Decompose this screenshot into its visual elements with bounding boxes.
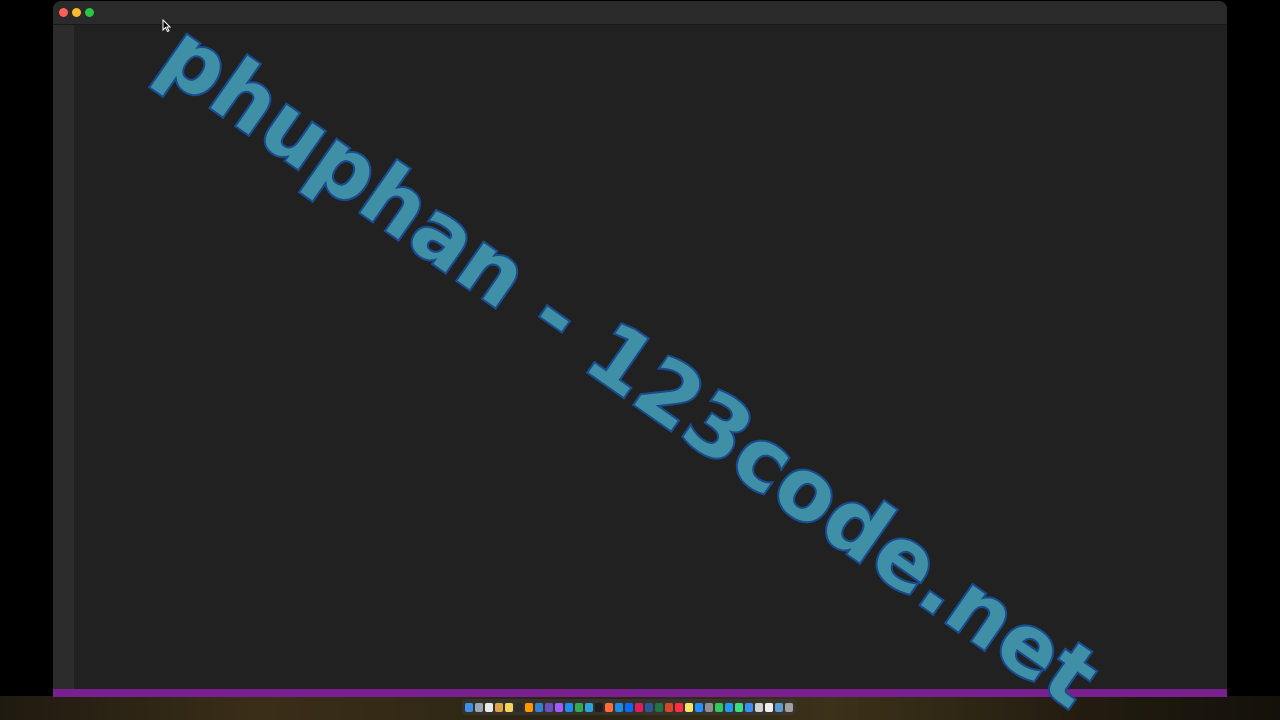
window-titlebar[interactable] — [53, 1, 1227, 25]
downloads-icon[interactable] — [775, 702, 783, 712]
safari-icon[interactable] — [615, 702, 623, 712]
chrome-icon[interactable] — [575, 702, 583, 712]
telegram-icon[interactable] — [585, 702, 593, 712]
calendar-icon[interactable] — [485, 702, 493, 712]
sublime-icon[interactable] — [525, 702, 533, 712]
xcode-icon[interactable] — [565, 702, 573, 712]
launchpad-icon[interactable] — [475, 702, 483, 712]
messages-icon[interactable] — [715, 702, 723, 712]
word-icon[interactable] — [645, 702, 653, 712]
minimize-dot-icon[interactable] — [72, 8, 81, 17]
android-studio-icon[interactable] — [735, 702, 743, 712]
desktop-screen: phuphan - 123code.net — [0, 0, 1280, 720]
close-dot-icon[interactable] — [59, 8, 68, 17]
powerpoint-icon[interactable] — [665, 702, 673, 712]
activity-bar[interactable] — [53, 25, 74, 689]
status-bar — [53, 689, 1227, 697]
docker-icon[interactable] — [725, 702, 733, 712]
mail-icon[interactable] — [745, 702, 753, 712]
postman-icon[interactable] — [605, 702, 613, 712]
terminal-icon[interactable] — [515, 702, 523, 712]
notes-icon[interactable] — [505, 702, 513, 712]
textedit-icon[interactable] — [765, 702, 773, 712]
slack-icon[interactable] — [635, 702, 643, 712]
music-icon[interactable] — [675, 702, 683, 712]
stickies-icon[interactable] — [685, 702, 693, 712]
vscode-icon[interactable] — [535, 702, 543, 712]
photos-icon[interactable] — [495, 702, 503, 712]
dock — [462, 699, 796, 715]
editor-area[interactable] — [74, 25, 1227, 689]
app-store-icon[interactable] — [695, 702, 703, 712]
editor-window — [53, 1, 1227, 697]
trash-icon[interactable] — [785, 702, 793, 712]
excel-icon[interactable] — [655, 702, 663, 712]
figma-icon[interactable] — [555, 702, 563, 712]
iterm-icon[interactable] — [595, 702, 603, 712]
github-icon[interactable] — [545, 702, 553, 712]
zalo-icon[interactable] — [625, 702, 633, 712]
preview-icon[interactable] — [755, 702, 763, 712]
finder-icon[interactable] — [465, 702, 473, 712]
maximize-dot-icon[interactable] — [85, 8, 94, 17]
system-settings-icon[interactable] — [705, 702, 713, 712]
